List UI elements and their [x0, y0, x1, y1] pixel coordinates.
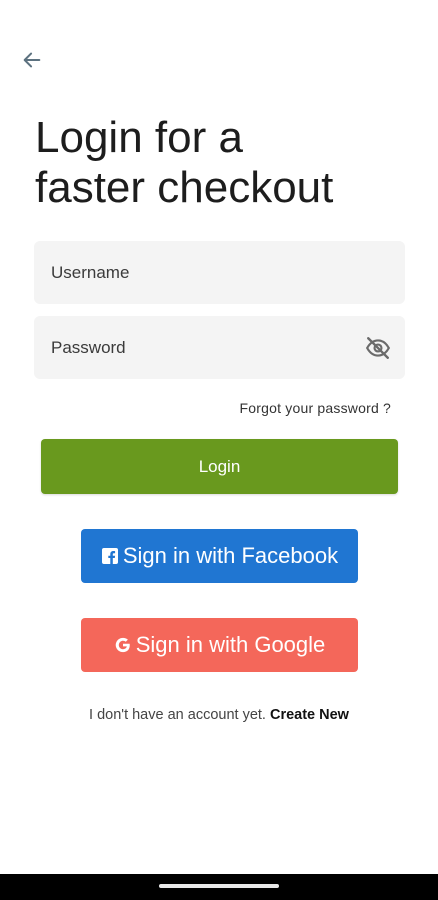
- arrow-left-icon: [23, 52, 41, 68]
- facebook-icon: [101, 547, 119, 565]
- eye-off-icon[interactable]: [365, 335, 391, 361]
- password-input[interactable]: [34, 316, 405, 379]
- username-input[interactable]: [34, 241, 405, 304]
- google-signin-button[interactable]: Sign in with Google: [81, 618, 358, 672]
- username-field[interactable]: [34, 241, 405, 304]
- signup-prompt-text: I don't have an account yet.: [89, 707, 266, 723]
- back-button[interactable]: [18, 46, 46, 74]
- facebook-signin-label: Sign in with Facebook: [122, 543, 339, 568]
- system-navigation-bar: [0, 874, 438, 900]
- google-signin-label: Sign in with Google: [135, 632, 326, 657]
- forgot-password-link[interactable]: Forgot your password ?: [240, 400, 391, 416]
- google-icon: [114, 636, 132, 654]
- signup-prompt: I don't have an account yet. Create New: [0, 707, 438, 723]
- page-title: Login for a faster checkout: [35, 113, 334, 212]
- facebook-signin-button[interactable]: Sign in with Facebook: [81, 529, 358, 583]
- home-gesture-handle[interactable]: [159, 884, 279, 888]
- create-new-link[interactable]: Create New: [270, 707, 349, 723]
- login-button[interactable]: Login: [41, 439, 398, 494]
- password-field[interactable]: [34, 316, 405, 379]
